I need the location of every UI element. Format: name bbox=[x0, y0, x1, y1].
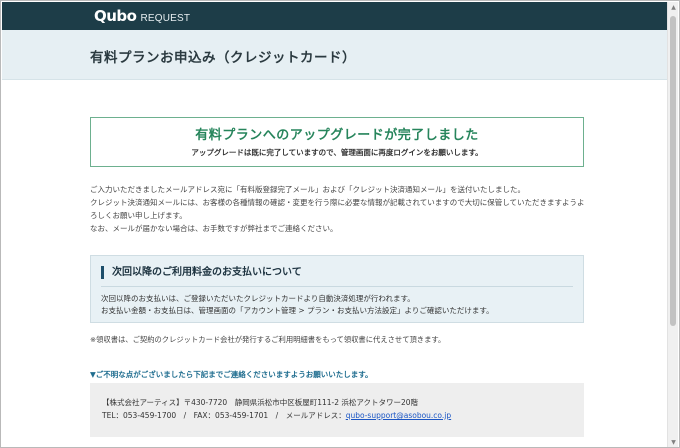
notice-line: なお、メールが届かない場合は、お手数ですが弊社までご連絡ください。 bbox=[90, 224, 338, 233]
page-title-bar: 有料プランお申込み（クレジットカード） bbox=[2, 30, 668, 80]
phone-fax-text: TEL：053-459-1700 / FAX：053-459-1701 / メー… bbox=[102, 411, 346, 420]
scrollbar-thumb[interactable] bbox=[670, 16, 676, 326]
billing-line: 次回以降のお支払いは、ご登録いただいたクレジットカードより自動決済処理が行われま… bbox=[101, 294, 415, 303]
company-address: 【株式会社アーティス】〒430-7720 静岡県浜松市中区板屋町111-2 浜松… bbox=[102, 398, 419, 407]
main-content: 有料プランへのアップグレードが完了しました アップグレードは既に完了していますの… bbox=[2, 81, 668, 447]
contact-heading: ▼ご不明な点がございましたら下記までご連絡くださいますようお願いいたします。 bbox=[90, 370, 373, 379]
scroll-down-arrow-icon[interactable]: ▼ bbox=[668, 437, 679, 447]
qubo-request-logo[interactable]: Qubo REQUEST bbox=[94, 7, 190, 25]
billing-line: お支払い金額・お支払日は、管理画面の「アカウント管理 > プラン・お支払い方法設… bbox=[101, 306, 494, 315]
receipt-note: ※領収書は、ご契約のクレジットカード会社が発行するご利用明細書をもって領収書に代… bbox=[90, 335, 446, 344]
completion-message-box: 有料プランへのアップグレードが完了しました アップグレードは既に完了していますの… bbox=[90, 117, 584, 167]
top-header-bar: Qubo REQUEST bbox=[2, 2, 668, 30]
contact-info-box: 【株式会社アーティス】〒430-7720 静岡県浜松市中区板屋町111-2 浜松… bbox=[90, 383, 584, 437]
email-notice: ご入力いただきましたメールアドレス宛に「有料版登録完了メール」および「クレジット… bbox=[90, 183, 590, 235]
billing-info-box: 次回以降のご利用料金のお支払いについて 次回以降のお支払いは、ご登録いただいたク… bbox=[90, 255, 584, 323]
support-email-link[interactable]: qubo-support@asobou.co.jp bbox=[346, 411, 451, 420]
browser-window: Qubo REQUEST 有料プランお申込み（クレジットカード） 有料プランへの… bbox=[0, 0, 680, 448]
logo-subtitle: REQUEST bbox=[140, 13, 191, 24]
vertical-scrollbar[interactable]: ▲ ▼ bbox=[667, 2, 679, 447]
billing-text: 次回以降のお支払いは、ご登録いただいたクレジットカードより自動決済処理が行われま… bbox=[101, 293, 579, 317]
page-title: 有料プランお申込み（クレジットカード） bbox=[90, 50, 356, 66]
billing-divider bbox=[101, 286, 573, 287]
logo-mark: Qubo bbox=[94, 7, 137, 25]
notice-line: クレジット決済通知メールには、お客様の各種情報の確認・変更を行う際に必要な情報が… bbox=[90, 198, 585, 220]
contact-phone-email: TEL：053-459-1700 / FAX：053-459-1701 / メー… bbox=[102, 410, 451, 421]
completion-subtitle: アップグレードは既に完了していますので、管理画面に再度ログインをお願いします。 bbox=[191, 148, 483, 157]
notice-line: ご入力いただきましたメールアドレス宛に「有料版登録完了メール」および「クレジット… bbox=[90, 185, 525, 194]
scroll-up-arrow-icon[interactable]: ▲ bbox=[668, 2, 679, 13]
completion-title: 有料プランへのアップグレードが完了しました bbox=[195, 128, 479, 143]
billing-heading: 次回以降のご利用料金のお支払いについて bbox=[101, 266, 302, 279]
